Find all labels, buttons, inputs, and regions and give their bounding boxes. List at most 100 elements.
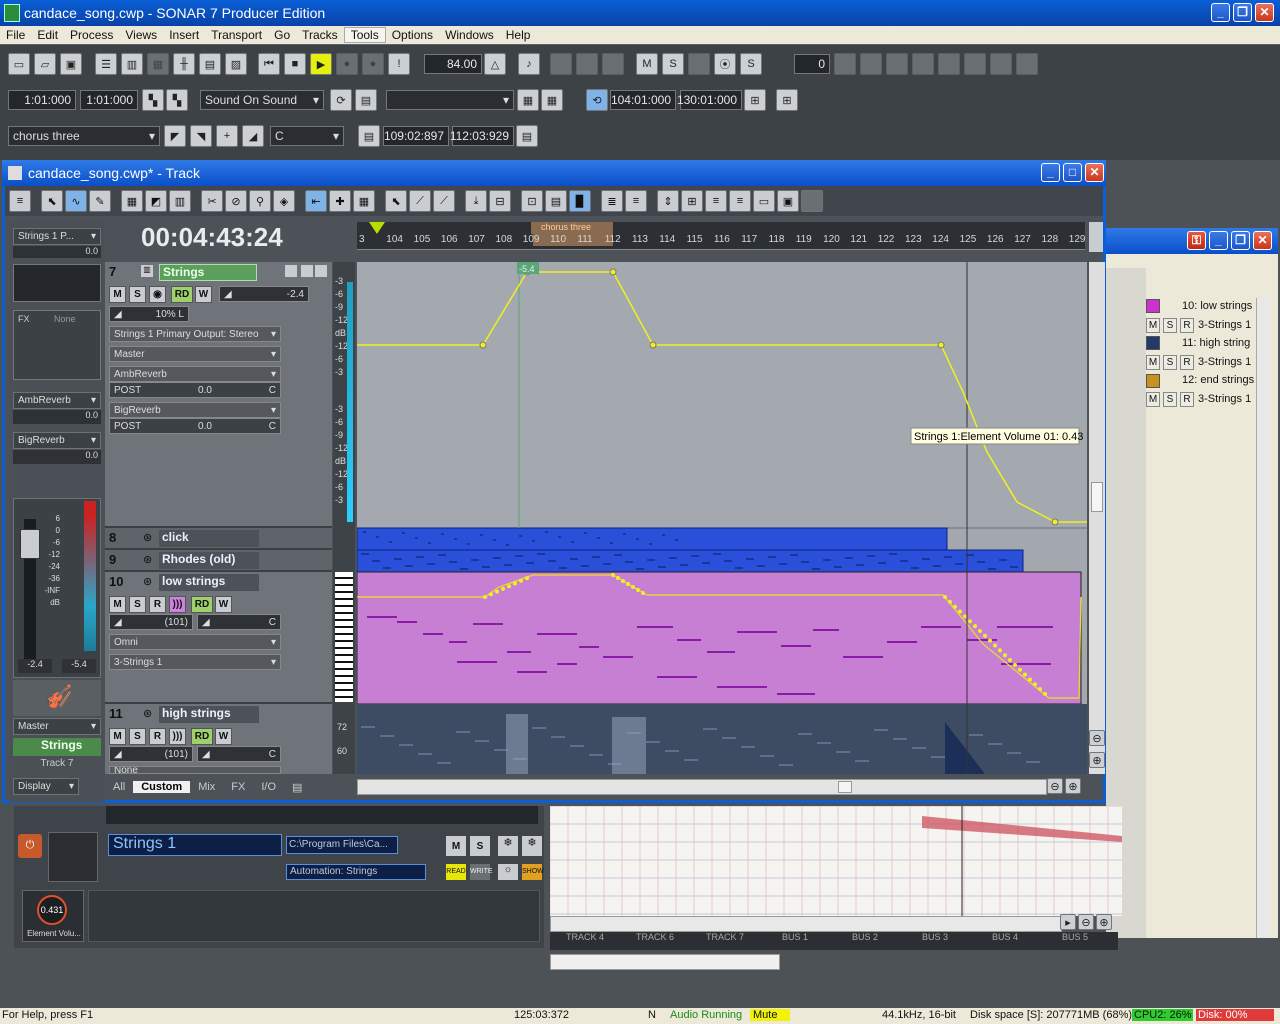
record-auto-icon[interactable]: ● bbox=[362, 53, 384, 75]
misc-icon-3[interactable] bbox=[886, 53, 908, 75]
track-10-input-echo[interactable]: ))) bbox=[169, 596, 186, 613]
marker-chorus-three[interactable]: chorus three bbox=[531, 222, 613, 234]
bus-strip-bus4[interactable]: BUS 4 bbox=[970, 932, 1040, 950]
track-10-output-select[interactable]: 3-Strings 1 ▾ bbox=[109, 654, 281, 670]
track-7-pan-slider[interactable]: ◢ 10% L bbox=[109, 306, 189, 322]
rewind-icon[interactable]: ⏮ bbox=[258, 53, 280, 75]
rack-close-button[interactable]: ✕ bbox=[1253, 231, 1272, 250]
smart-tool-icon[interactable]: ⬉ bbox=[41, 190, 63, 212]
track-8-header[interactable]: 8 ⊛ click bbox=[105, 528, 332, 550]
track-minimize-button[interactable]: _ bbox=[1041, 163, 1060, 182]
menu-file[interactable]: File bbox=[0, 28, 31, 42]
event-list-icon[interactable]: ▤ bbox=[199, 53, 221, 75]
marker-edit-icon[interactable]: ◢ bbox=[242, 125, 264, 147]
track-7-output-select[interactable]: Strings 1 Primary Output: Stereo ▾ bbox=[109, 326, 281, 342]
track-7-volume-slider[interactable]: ◢ -2.4 bbox=[219, 286, 309, 302]
read-automation-button[interactable]: READ bbox=[446, 864, 466, 880]
bus-strip-bus5[interactable]: BUS 5 bbox=[1040, 932, 1110, 950]
tab-all[interactable]: All bbox=[105, 781, 133, 793]
global-solo-button[interactable]: S bbox=[662, 53, 684, 75]
show-clips-icon[interactable]: ▉ bbox=[569, 190, 591, 212]
record-mode-icon[interactable]: ▚ bbox=[142, 89, 164, 111]
rack-scrollbar[interactable] bbox=[1256, 298, 1270, 938]
record-mode-select[interactable]: Sound On Sound ▾ bbox=[200, 90, 324, 110]
track-close-button[interactable]: ✕ bbox=[1085, 163, 1104, 182]
loop-region-icon[interactable]: ⊞ bbox=[776, 89, 798, 111]
inspector-display-select[interactable]: Display ▾ bbox=[13, 778, 79, 795]
track-maximize-button[interactable]: □ bbox=[1063, 163, 1082, 182]
track-7-maximize-icon[interactable] bbox=[315, 265, 327, 277]
insert-track-icon[interactable]: ≡ bbox=[9, 190, 31, 212]
menu-process[interactable]: Process bbox=[64, 28, 119, 42]
track-10-read[interactable]: RD bbox=[191, 596, 213, 613]
loop-start-flag-icon[interactable] bbox=[369, 222, 385, 234]
inspector-send2-level[interactable]: 0.0 bbox=[13, 450, 101, 464]
track-10-arm[interactable]: R bbox=[149, 596, 166, 613]
loop-construction-icon[interactable]: ▨ bbox=[225, 53, 247, 75]
low-strings-clip[interactable] bbox=[357, 571, 1082, 705]
eq-display[interactable] bbox=[13, 264, 101, 302]
clips-hscroll[interactable] bbox=[357, 779, 1047, 795]
loop-region[interactable] bbox=[533, 234, 613, 246]
tempo-tap-icon[interactable]: ♪ bbox=[518, 53, 540, 75]
bus-strip-track7[interactable]: TRACK 7 bbox=[690, 932, 760, 950]
track-11-input-echo[interactable]: ))) bbox=[169, 728, 186, 745]
envelope-draw-icon[interactable]: ⟋ bbox=[409, 190, 431, 212]
scrub-tool-icon[interactable]: ◈ bbox=[273, 190, 295, 212]
track-7-send1-select[interactable]: AmbReverb ▾ bbox=[109, 366, 281, 382]
tempo-field[interactable]: 84.00 bbox=[424, 54, 482, 74]
now-time-field-2[interactable]: 1:01:000 bbox=[80, 90, 138, 110]
track-7-input-echo[interactable]: ◉ bbox=[149, 286, 166, 303]
loop-toggle-icon[interactable]: ⟳ bbox=[330, 89, 352, 111]
track-10-solo[interactable]: S bbox=[129, 596, 146, 613]
track-size-icon[interactable]: ≣ bbox=[601, 190, 623, 212]
rack-solo-11[interactable]: S bbox=[1163, 355, 1177, 370]
bus-strip-bus3[interactable]: BUS 3 bbox=[900, 932, 970, 950]
show-synth-button[interactable]: SHOW bbox=[522, 864, 544, 880]
track-7-name[interactable]: Strings bbox=[159, 264, 257, 281]
console-hscroll[interactable] bbox=[550, 954, 780, 970]
open-file-icon[interactable]: ▱ bbox=[34, 53, 56, 75]
track-7-mute[interactable]: M bbox=[109, 286, 126, 303]
hzoom-in-icon[interactable]: ⊕ bbox=[1065, 778, 1081, 794]
track-view-icon[interactable]: ☰ bbox=[95, 53, 117, 75]
track-10-mute[interactable]: M bbox=[109, 596, 126, 613]
bus-strip-bus1[interactable]: BUS 1 bbox=[760, 932, 830, 950]
envelope-edit-icon[interactable]: ⟋ bbox=[433, 190, 455, 212]
track-8-name[interactable]: click bbox=[159, 530, 259, 547]
tab-mix[interactable]: Mix bbox=[190, 781, 223, 793]
zoom-fit-icon[interactable]: ⊞ bbox=[681, 190, 703, 212]
write-automation-button[interactable]: WRITE bbox=[470, 864, 493, 880]
view-icon-5[interactable] bbox=[801, 190, 823, 212]
loop-on-icon[interactable]: ⟲ bbox=[586, 89, 608, 111]
element-volume-knob[interactable]: 0.431 bbox=[37, 895, 67, 925]
menu-tracks[interactable]: Tracks bbox=[296, 28, 344, 42]
select-icon[interactable]: ⬉ bbox=[385, 190, 407, 212]
menu-tools[interactable]: Tools bbox=[343, 27, 386, 43]
rack-arm-11[interactable]: R bbox=[1180, 355, 1194, 370]
click-clip[interactable] bbox=[357, 527, 948, 551]
track-11-input-select[interactable]: None bbox=[109, 766, 281, 774]
new-file-icon[interactable]: ▭ bbox=[8, 53, 30, 75]
bus-strip-bus2[interactable]: BUS 2 bbox=[830, 932, 900, 950]
punch-end-field[interactable]: 112:03:929 bbox=[450, 126, 514, 146]
track-list-icon[interactable]: ≡ bbox=[625, 190, 647, 212]
loop-set-icon[interactable]: ⊞ bbox=[744, 89, 766, 111]
track-10-write[interactable]: W bbox=[215, 596, 232, 613]
grid-tool-icon[interactable]: ▦ bbox=[121, 190, 143, 212]
track-11-write[interactable]: W bbox=[215, 728, 232, 745]
freeze-options-icon[interactable]: ❄ bbox=[522, 836, 542, 856]
split-tool-icon[interactable]: ✂ bbox=[201, 190, 223, 212]
draw-tool-icon[interactable]: ✎ bbox=[89, 190, 111, 212]
play-icon[interactable]: ▶ bbox=[310, 53, 332, 75]
vzoom-out-icon[interactable]: ⊖ bbox=[1089, 730, 1105, 746]
view-icon-1[interactable]: ≡ bbox=[705, 190, 727, 212]
inspector-send2[interactable]: BigReverb ▾ bbox=[13, 432, 101, 449]
staff-view-icon[interactable]: ▦ bbox=[147, 53, 169, 75]
track-11-header[interactable]: 11 ⊛ high strings M S R ))) RD W ◢ (101) … bbox=[105, 704, 332, 774]
track-9-header[interactable]: 9 ⊛ Rhodes (old) bbox=[105, 550, 332, 572]
misc-icon-1[interactable] bbox=[834, 53, 856, 75]
inspector-send1-level[interactable]: 0.0 bbox=[13, 410, 101, 424]
loop-start-field[interactable]: 104:01:000 bbox=[610, 90, 676, 110]
menu-edit[interactable]: Edit bbox=[31, 28, 64, 42]
